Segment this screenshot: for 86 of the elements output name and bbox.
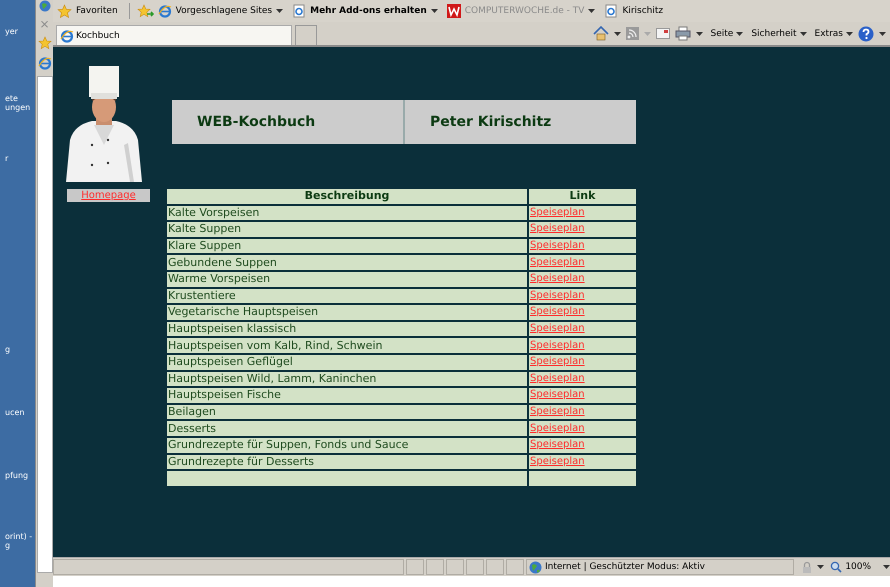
table-cell: Kalte Vorspeisen [167,206,527,220]
caret-icon [430,9,438,13]
menu-plan-link[interactable]: Speiseplan [530,290,585,301]
menu-plan-link[interactable]: Speiseplan [530,240,585,252]
table-cell: Warme Vorspeisen [167,272,527,287]
table-cell: Hauptspeisen Geflügel [167,354,527,370]
page-icon [292,4,306,18]
favorites-button[interactable]: Favoriten [76,6,118,16]
sidebar-text[interactable]: yer [0,27,18,36]
table-cell: Grundrezepte für Suppen, Fonds und Sauce [167,438,527,452]
browser-icon[interactable] [38,56,52,70]
help-icon[interactable] [858,26,874,42]
caret-icon [276,9,284,13]
menu-plan-link[interactable]: Speiseplan [530,323,585,334]
printer-icon[interactable] [674,26,690,41]
security-zone: Internet | Geschützter Modus: Aktiv [526,559,794,575]
sidebar-text[interactable]: g [0,345,10,354]
table-cell: Beilagen [167,404,527,420]
browser-icon [158,4,172,18]
table-cell: Hauptspeisen Wild, Lamm, Kaninchen [167,372,527,386]
menu-plan-link[interactable]: Speiseplan [530,223,585,234]
favorites-link[interactable]: Vorgeschlagene Sites [158,4,284,18]
caret-icon [588,9,596,13]
menu-plan-link[interactable]: Speiseplan [530,372,585,384]
menu-plan-link[interactable]: Speiseplan [530,406,585,418]
browser-icon [60,28,74,42]
sidebar-text[interactable]: ete [0,94,18,103]
caret-icon [800,32,807,36]
caret-icon [736,32,744,36]
menu-plan-link[interactable]: Speiseplan [530,389,585,400]
table-cell: Klare Suppen [167,238,527,254]
favorites-link[interactable]: COMPUTERWOCHE.de - TV [446,4,596,18]
sidebar-text[interactable]: g [0,541,10,550]
caret-icon[interactable] [879,32,886,36]
globe-icon[interactable] [38,0,50,12]
star-icon[interactable] [57,4,72,18]
menu-plan-link[interactable]: Speiseplan [530,439,585,450]
home-icon[interactable] [592,26,608,41]
feed-icon[interactable] [626,27,638,40]
table-cell: Hauptspeisen klassisch [167,322,527,336]
sidebar-text[interactable]: ungen [0,103,30,112]
table-cell: Gebundene Suppen [167,255,527,270]
sidebar-text[interactable]: r [0,154,8,163]
table-cell: Hauptspeisen Fische [167,388,527,403]
menu-button[interactable]: Sicherheit [751,28,807,38]
caret-icon[interactable] [883,565,890,569]
table-cell: Grundrezepte für Desserts [167,454,527,470]
caret-icon[interactable] [614,32,620,36]
globe-icon [528,560,542,574]
menu-plan-link[interactable]: Speiseplan [530,356,585,368]
header-title: WEB-Kochbuch [196,113,316,132]
menu-plan-link[interactable]: Speiseplan [530,206,585,218]
close-button[interactable]: × [39,18,50,30]
header-title: Peter Kirischitz [403,100,636,144]
caret-icon[interactable] [696,32,702,36]
caret-icon[interactable] [817,565,824,569]
mail-icon[interactable] [656,28,670,39]
menu-button[interactable]: Extras [814,28,853,38]
column-header: Link [529,189,636,204]
menu-plan-link[interactable]: Speiseplan [530,340,585,351]
table-cell: Kalte Suppen [167,222,527,237]
table-cell: Desserts [167,421,527,436]
sidebar-text[interactable]: pfung [0,471,28,480]
browser-tab[interactable]: Kochbuch [56,25,292,45]
table-cell: Vegetarische Hauptspeisen [167,305,527,320]
add-favorite-icon[interactable] [136,4,154,18]
star-icon[interactable] [38,36,52,50]
zoom-button[interactable]: 100% [830,561,872,573]
zoom-icon [830,561,842,573]
page-icon [604,4,618,18]
menu-plan-link[interactable]: Speiseplan [530,256,585,268]
caret-icon [846,32,853,36]
homepage-link[interactable]: Homepage [81,190,136,201]
favorites-link[interactable]: Mehr Add-ons erhalten [292,4,438,18]
column-header: Beschreibung [167,189,527,204]
menu-plan-link[interactable]: Speiseplan [530,422,585,434]
menu-button[interactable]: Seite [710,28,744,38]
menu-plan-link[interactable]: Speiseplan [530,306,585,318]
logo-icon [446,4,461,18]
menu-plan-link[interactable]: Speiseplan [530,273,585,284]
favorites-link[interactable]: Kirischitz [604,4,664,18]
menu-plan-link[interactable]: Speiseplan [530,456,585,467]
sidebar-text[interactable]: orint) - [0,532,32,541]
table-cell: Hauptspeisen vom Kalb, Rind, Schwein [167,338,527,353]
sidebar-text[interactable]: ucen [0,408,24,417]
table-cell: Krustentiere [167,288,527,304]
